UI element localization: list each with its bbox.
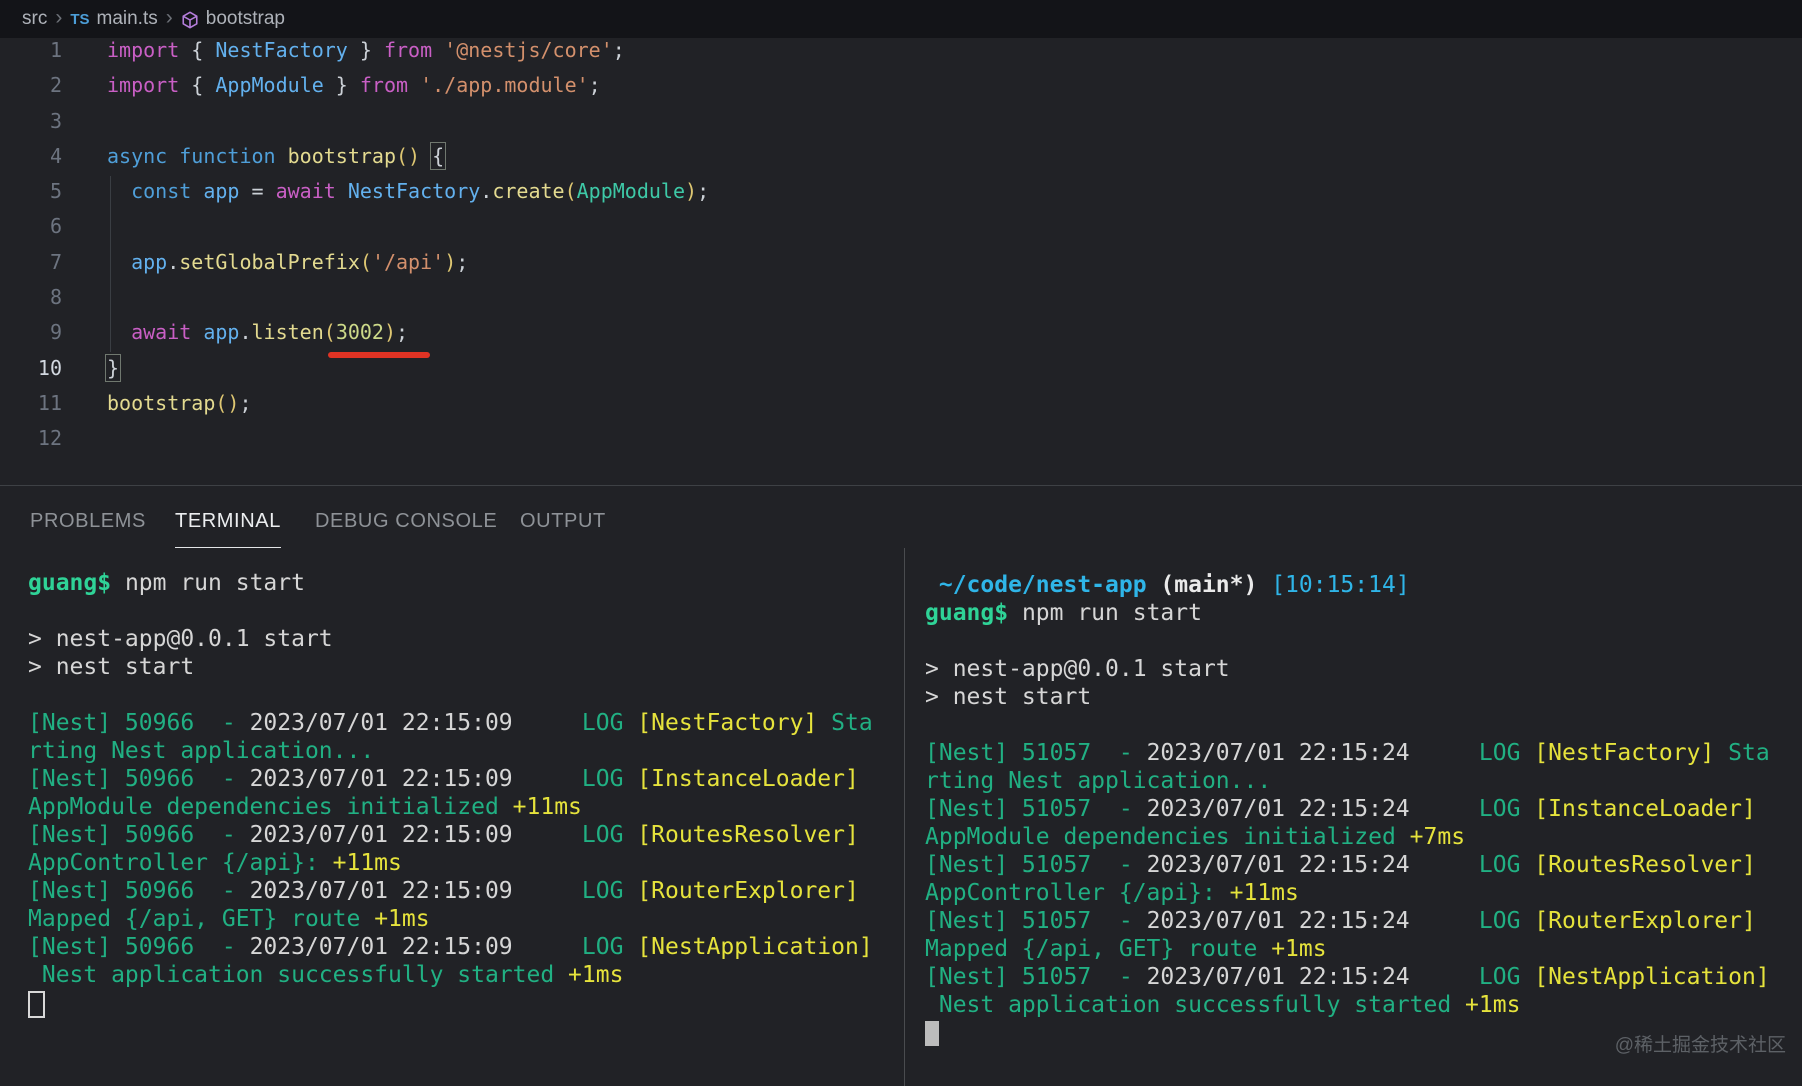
terminal-line: [Nest] 51057 - 2023/07/01 22:15:24 LOG […: [925, 907, 1799, 935]
terminal-line: Mapped {/api, GET} route +1ms: [925, 935, 1799, 963]
terminal-line: [Nest] 50966 - 2023/07/01 22:15:09 LOG […: [28, 765, 900, 793]
line-number: 7: [0, 245, 62, 280]
terminal-line: guang$ npm run start: [28, 569, 900, 597]
code-line: 12: [0, 421, 1802, 456]
line-number: 10: [0, 351, 62, 386]
terminal-line: [925, 711, 1799, 739]
terminal-line: > nest start: [28, 653, 900, 681]
terminal-line: Nest application successfully started +1…: [925, 991, 1799, 1019]
terminal-line: AppController {/api}: +11ms: [925, 879, 1799, 907]
chevron-right-icon: ›: [166, 6, 173, 30]
terminal-line: > nest start: [925, 683, 1799, 711]
terminal-line: [925, 627, 1799, 655]
code-line: 10}: [0, 351, 1802, 386]
line-number: 8: [0, 280, 62, 315]
code-editor[interactable]: 1import { NestFactory } from '@nestjs/co…: [0, 33, 1802, 457]
terminal-line: guang$ npm run start: [925, 599, 1799, 627]
terminal-line: > nest-app@0.0.1 start: [925, 655, 1799, 683]
red-annotation-line: [328, 352, 430, 358]
chevron-right-icon: ›: [55, 6, 62, 30]
tab-debug-console[interactable]: DEBUG CONSOLE: [315, 510, 497, 547]
vscode-window: src › TS main.ts › bootstrap 1import { N…: [0, 0, 1802, 1086]
terminal-line: > nest-app@0.0.1 start: [28, 625, 900, 653]
line-number: 11: [0, 386, 62, 421]
line-number: 6: [0, 209, 62, 244]
terminal-pane-right[interactable]: ~/code/nest-app (main*) [10:15:14]guang$…: [925, 571, 1799, 1019]
terminal-line: [Nest] 51057 - 2023/07/01 22:15:24 LOG […: [925, 851, 1799, 879]
breadcrumb-folder[interactable]: src: [22, 8, 47, 30]
terminal-line: AppModule dependencies initialized +11ms: [28, 793, 900, 821]
code-line: 9 await app.listen(3002);: [0, 315, 1802, 350]
terminal-line: ~/code/nest-app (main*) [10:15:14]: [925, 571, 1799, 599]
terminal-line: [Nest] 50966 - 2023/07/01 22:15:09 LOG […: [28, 933, 900, 961]
code-line: 1import { NestFactory } from '@nestjs/co…: [0, 33, 1802, 68]
breadcrumb-file[interactable]: main.ts: [97, 8, 158, 30]
terminal-line: [Nest] 50966 - 2023/07/01 22:15:09 LOG […: [28, 821, 900, 849]
code-line: 5 const app = await NestFactory.create(A…: [0, 174, 1802, 209]
terminal-line: [Nest] 51057 - 2023/07/01 22:15:24 LOG […: [925, 739, 1799, 767]
line-number: 12: [0, 421, 62, 456]
line-number: 3: [0, 104, 62, 139]
breadcrumb: src › TS main.ts › bootstrap: [0, 0, 1802, 38]
terminal-line: [Nest] 51057 - 2023/07/01 22:15:24 LOG […: [925, 795, 1799, 823]
terminal-line: AppModule dependencies initialized +7ms: [925, 823, 1799, 851]
terminal-line: rting Nest application...: [925, 767, 1799, 795]
terminal-line: [Nest] 50966 - 2023/07/01 22:15:09 LOG […: [28, 709, 900, 737]
code-line: 7 app.setGlobalPrefix('/api');: [0, 245, 1802, 280]
line-number: 4: [0, 139, 62, 174]
line-number: 5: [0, 174, 62, 209]
code-line: 2import { AppModule } from './app.module…: [0, 68, 1802, 103]
terminal-line: [Nest] 51057 - 2023/07/01 22:15:24 LOG […: [925, 963, 1799, 991]
terminal-line: AppController {/api}: +11ms: [28, 849, 900, 877]
line-number: 1: [0, 33, 62, 68]
tab-output[interactable]: OUTPUT: [520, 510, 606, 547]
tab-terminal[interactable]: TERMINAL: [175, 510, 281, 548]
code-line: 8: [0, 280, 1802, 315]
line-number: 2: [0, 68, 62, 103]
code-line: 6: [0, 209, 1802, 244]
watermark: @稀土掘金技术社区: [1615, 1030, 1786, 1057]
code-line: 4async function bootstrap() {: [0, 139, 1802, 174]
terminal-line: [28, 681, 900, 709]
terminal-pane-left[interactable]: guang$ npm run start > nest-app@0.0.1 sta…: [28, 569, 900, 989]
tab-problems[interactable]: PROBLEMS: [30, 510, 146, 547]
terminal-cursor-hollow: [28, 991, 45, 1018]
terminal-line: Nest application successfully started +1…: [28, 961, 900, 989]
breadcrumb-symbol[interactable]: bootstrap: [206, 8, 285, 30]
terminal-line: [Nest] 50966 - 2023/07/01 22:15:09 LOG […: [28, 877, 900, 905]
terminal-cursor-filled: [925, 1021, 939, 1046]
terminal-line: [28, 597, 900, 625]
typescript-file-icon: TS: [70, 11, 89, 28]
terminal-split-divider[interactable]: [904, 548, 905, 1086]
code-line: 11bootstrap();: [0, 386, 1802, 421]
panel-divider[interactable]: [0, 485, 1802, 486]
terminal-line: Mapped {/api, GET} route +1ms: [28, 905, 900, 933]
terminal-line: rting Nest application...: [28, 737, 900, 765]
code-line: 3: [0, 104, 1802, 139]
panel-tabbar: PROBLEMS TERMINAL DEBUG CONSOLE OUTPUT: [0, 492, 1802, 554]
line-number: 9: [0, 315, 62, 350]
symbol-cube-icon: [181, 11, 199, 29]
